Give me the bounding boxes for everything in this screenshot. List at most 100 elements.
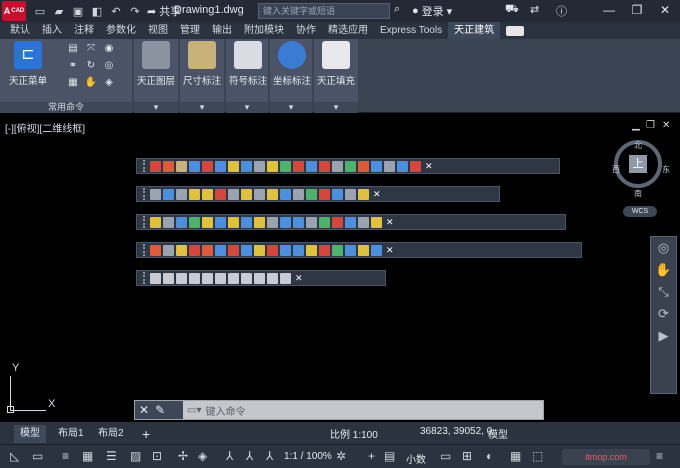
toolbar-tool-icon[interactable] xyxy=(254,272,265,284)
close-icon[interactable]: ✕ xyxy=(139,403,149,417)
viewport-close-button[interactable]: ✕ xyxy=(662,120,670,131)
toolbar-tool-icon[interactable] xyxy=(215,188,226,200)
tab-output[interactable]: 输出 xyxy=(206,22,238,39)
toolbar-tool-icon[interactable] xyxy=(345,244,356,256)
toolbar-tool-icon[interactable] xyxy=(267,188,278,200)
toolbar-tool-icon[interactable] xyxy=(280,272,291,284)
drawing-viewport[interactable]: [-][俯视][二维线框] ▁ ❐ ✕ ✕ ✕ ✕ ✕ ✕ 上 北 南 东 西 … xyxy=(0,114,680,422)
tianzheng-menu-button[interactable]: ⊏ 天正菜单 xyxy=(6,41,50,87)
dynamic-input-icon[interactable]: ▦ xyxy=(82,449,93,463)
toolbar-tool-icon[interactable] xyxy=(254,244,265,256)
customization-menu-icon[interactable]: ≡ xyxy=(656,449,663,463)
toolbar-grip[interactable] xyxy=(143,272,146,284)
toolbar-tool-icon[interactable] xyxy=(241,272,252,284)
toolbar-tool-icon[interactable] xyxy=(293,160,304,172)
toolbar-tool-icon[interactable] xyxy=(345,216,356,228)
toolbar-tool-icon[interactable] xyxy=(267,244,278,256)
toolbar-tool-icon[interactable] xyxy=(358,244,369,256)
edit-icon[interactable]: ▤ xyxy=(66,42,80,55)
model-space-toggle[interactable]: 模型 xyxy=(488,426,508,441)
toolbar-tool-icon[interactable] xyxy=(150,160,161,172)
scale-toggle-icon[interactable]: ⅄ xyxy=(266,449,273,463)
toolbar-tool-icon[interactable] xyxy=(332,216,343,228)
toolbar-tool-icon[interactable] xyxy=(163,272,174,284)
new-file-icon[interactable]: ▭ xyxy=(32,3,48,19)
toolbar-tool-icon[interactable] xyxy=(319,188,330,200)
panel-symbol-expand[interactable]: ▾ xyxy=(226,102,268,113)
annotation-visibility-icon[interactable]: ⅄ xyxy=(246,449,253,463)
toolbar-tool-icon[interactable] xyxy=(176,272,187,284)
wrench-icon[interactable]: ✎ xyxy=(155,403,165,417)
tab-model[interactable]: 模型 xyxy=(14,425,46,443)
toolbar-tool-icon[interactable] xyxy=(215,160,226,172)
toolbar-tool-icon[interactable] xyxy=(384,160,395,172)
stretch-icon[interactable]: ⤧ xyxy=(84,42,98,55)
grid-icon[interactable]: ▦ xyxy=(66,76,80,89)
toolbar-tool-icon[interactable] xyxy=(306,216,317,228)
tab-parametric[interactable]: 参数化 xyxy=(100,22,142,39)
tab-express-tools[interactable]: Express Tools xyxy=(374,22,448,39)
toolbar-tool-icon[interactable] xyxy=(371,216,382,228)
tab-tianzheng[interactable]: 天正建筑 xyxy=(448,22,501,39)
toolbar-tool-icon[interactable] xyxy=(163,188,174,200)
help-icon[interactable]: ⓘ xyxy=(556,3,567,19)
toolbar-tool-icon[interactable] xyxy=(150,216,161,228)
toolbar-tool-icon[interactable] xyxy=(371,244,382,256)
add-layout-button[interactable]: + xyxy=(136,425,156,443)
tab-annotate[interactable]: 注释 xyxy=(68,22,100,39)
toolbar-tool-icon[interactable] xyxy=(215,216,226,228)
steering-wheel-icon[interactable]: ◎ xyxy=(651,237,676,259)
panel-dimension-expand[interactable]: ▾ xyxy=(180,102,224,113)
pan-hand-icon[interactable]: ✋ xyxy=(651,259,676,281)
toolbar-tool-icon[interactable] xyxy=(254,160,265,172)
menu-icon[interactable]: ≡ xyxy=(62,449,69,463)
toolbar-tool-icon[interactable] xyxy=(241,244,252,256)
viewport-label[interactable]: [-][俯视][二维线框] xyxy=(5,120,85,135)
tab-view[interactable]: 视图 xyxy=(142,22,174,39)
toolbar-tool-icon[interactable] xyxy=(319,216,330,228)
toolbar-tool-icon[interactable] xyxy=(241,216,252,228)
toolbar-tool-icon[interactable] xyxy=(150,244,161,256)
cart-icon[interactable]: ⛟ xyxy=(505,3,519,17)
toolbar-tool-icon[interactable] xyxy=(189,244,200,256)
command-input[interactable]: ▭▾ 键入命令 xyxy=(183,403,245,418)
toolbar-close-icon[interactable]: ✕ xyxy=(386,245,394,256)
transparency-icon[interactable]: ▨ xyxy=(130,449,141,463)
toolbar-tool-icon[interactable] xyxy=(267,272,278,284)
sign-in-exchange-icon[interactable]: ⇄ xyxy=(530,3,539,16)
toolbar-tool-icon[interactable] xyxy=(280,244,291,256)
ribbon-toggle-button[interactable] xyxy=(506,25,525,36)
tianzheng-layer-button[interactable]: 天正图层 xyxy=(134,41,178,87)
tab-default[interactable]: 默认 xyxy=(4,22,36,39)
toolbar-close-icon[interactable]: ✕ xyxy=(373,189,381,200)
toolbar-tool-icon[interactable] xyxy=(254,188,265,200)
dimension-button[interactable]: 尺寸标注 xyxy=(180,41,224,87)
toolbar-tool-icon[interactable] xyxy=(228,188,239,200)
toolbar-tool-icon[interactable] xyxy=(293,188,304,200)
login-button[interactable]: ● 登录 ▾ xyxy=(412,3,452,19)
toolbar-tool-icon[interactable] xyxy=(189,272,200,284)
viewport-scale[interactable]: 1:1 / 100% xyxy=(284,451,332,462)
toolbar-tool-icon[interactable] xyxy=(319,244,330,256)
toolbar-tool-icon[interactable] xyxy=(215,244,226,256)
toolbar-tool-icon[interactable] xyxy=(189,160,200,172)
3d-osnap-icon[interactable]: ◈ xyxy=(198,449,207,463)
toolbar-tool-icon[interactable] xyxy=(306,188,317,200)
save-icon[interactable]: ▣ xyxy=(70,3,86,19)
toolbar-tool-icon[interactable] xyxy=(176,216,187,228)
toolbar-tool-icon[interactable] xyxy=(371,160,382,172)
tab-manage[interactable]: 管理 xyxy=(174,22,206,39)
toolbar-tool-icon[interactable] xyxy=(163,216,174,228)
toolbar-tool-icon[interactable] xyxy=(280,216,291,228)
toolbar-tool-icon[interactable] xyxy=(150,272,161,284)
toolbar-tool-icon[interactable] xyxy=(345,160,356,172)
toolbar-tool-icon[interactable] xyxy=(280,188,291,200)
search-icon[interactable]: ⌕ xyxy=(394,3,400,16)
toolbar-tool-icon[interactable] xyxy=(215,272,226,284)
close-button[interactable]: ✕ xyxy=(656,2,674,19)
toolbar-grip[interactable] xyxy=(143,244,146,256)
viewport-minimize-button[interactable]: ▁ xyxy=(632,120,640,131)
units-setting[interactable]: 小数 xyxy=(406,451,426,466)
toolbar-tool-icon[interactable] xyxy=(293,216,304,228)
units-icon[interactable]: ▤ xyxy=(384,449,395,463)
